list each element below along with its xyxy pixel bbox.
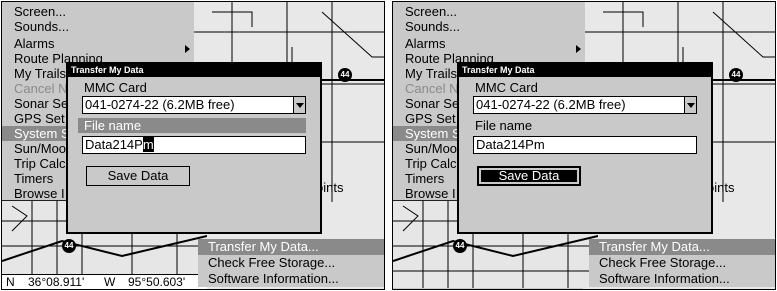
menu-item-alarms[interactable]: Alarms: [14, 36, 54, 51]
menu-item-browse[interactable]: Browse I: [14, 186, 65, 201]
storage-card-select[interactable]: 041-0274-22 (6.2MB free): [82, 96, 306, 114]
menu-item-cancel-navigation: Cancel N: [14, 81, 68, 96]
longitude-hemisphere: W: [104, 275, 116, 289]
menu-item-screen[interactable]: Screen...: [405, 4, 457, 19]
dialog-title: Transfer My Data: [68, 64, 320, 77]
menu-item-gps-setup[interactable]: GPS Set: [14, 111, 65, 126]
menu-item-browse[interactable]: Browse I: [405, 186, 456, 201]
file-name-field[interactable]: Data214Pm: [473, 136, 697, 154]
file-name-label: File name: [475, 118, 533, 133]
highway-shield-icon: 44: [62, 239, 76, 253]
menu-item-trip-calculator[interactable]: Trip Calc: [405, 156, 457, 171]
file-name-label: File name: [78, 118, 306, 133]
menu-item-sun-moon[interactable]: Sun/Moo: [14, 141, 66, 156]
device-screen: 44 Screen... Sounds... Alarms Route Plan…: [1, 1, 385, 290]
mmc-card-label: MMC Card: [84, 80, 147, 95]
menu-item-timers[interactable]: Timers: [405, 171, 444, 186]
storage-card-value: 041-0274-22 (6.2MB free): [85, 97, 235, 112]
save-data-button[interactable]: Save Data: [477, 166, 581, 186]
dialog-title: Transfer My Data: [459, 64, 711, 77]
submenu-item-transfer-my-data[interactable]: Transfer My Data...: [198, 239, 384, 255]
menu-item-sonar-setup[interactable]: Sonar Se: [405, 96, 459, 111]
menu-item-sun-moon[interactable]: Sun/Moo: [405, 141, 457, 156]
menu-item-my-trails[interactable]: My Trails: [405, 66, 457, 81]
storage-card-select[interactable]: 041-0274-22 (6.2MB free): [473, 96, 697, 114]
submenu-arrow-icon: [185, 45, 190, 53]
highway-shield-icon: 44: [729, 68, 743, 82]
screen-right: 44 Screen... Sounds... Alarms Route Plan…: [391, 0, 777, 291]
menu-item-sonar-setup[interactable]: Sonar Se: [14, 96, 68, 111]
transfer-my-data-dialog: Transfer My Data MMC Card 041-0274-22 (6…: [457, 62, 713, 234]
submenu-item-check-free-storage[interactable]: Check Free Storage...: [589, 255, 775, 271]
menu-item-sounds[interactable]: Sounds...: [14, 19, 69, 34]
menu-item-trip-calculator[interactable]: Trip Calc: [14, 156, 66, 171]
text-cursor: m: [142, 137, 154, 152]
file-name-text: Data214P: [85, 137, 143, 152]
submenu-item-transfer-my-data[interactable]: Transfer My Data...: [589, 239, 775, 255]
menu-item-alarms[interactable]: Alarms: [405, 36, 445, 51]
file-name-text: Data214Pm: [476, 137, 545, 152]
menu-item-gps-setup[interactable]: GPS Set: [405, 111, 456, 126]
device-screen: 44 Screen... Sounds... Alarms Route Plan…: [392, 1, 776, 290]
position-status-bar: N 36°08.911' W 95°50.603': [2, 274, 207, 289]
menu-item-sounds[interactable]: Sounds...: [405, 19, 460, 34]
chevron-down-icon[interactable]: [684, 97, 696, 113]
menu-item-screen[interactable]: Screen...: [14, 4, 66, 19]
menu-item-cancel-navigation: Cancel N: [405, 81, 459, 96]
storage-card-value: 041-0274-22 (6.2MB free): [476, 97, 626, 112]
submenu-arrow-icon: [576, 45, 581, 53]
mmc-card-label: MMC Card: [475, 80, 538, 95]
submenu-item-check-free-storage[interactable]: Check Free Storage...: [198, 255, 384, 271]
chevron-down-icon[interactable]: [293, 97, 305, 113]
transfer-my-data-dialog: Transfer My Data MMC Card 041-0274-22 (6…: [66, 62, 322, 234]
screen-left: 44 Screen... Sounds... Alarms Route Plan…: [0, 0, 386, 291]
submenu-item-software-information[interactable]: Software Information...: [198, 271, 384, 287]
save-data-button[interactable]: Save Data: [86, 166, 190, 186]
menu-item-my-trails[interactable]: My Trails: [14, 66, 66, 81]
latitude-value: 36°08.911': [28, 275, 85, 289]
menu-item-timers[interactable]: Timers: [14, 171, 53, 186]
highway-shield-icon: 44: [338, 68, 352, 82]
submenu-item-software-information[interactable]: Software Information...: [589, 271, 775, 287]
longitude-value: 95°50.603': [128, 275, 186, 289]
file-name-field[interactable]: Data214Pm: [82, 136, 306, 154]
latitude-hemisphere: N: [6, 275, 15, 289]
highway-shield-icon: 44: [453, 239, 467, 253]
